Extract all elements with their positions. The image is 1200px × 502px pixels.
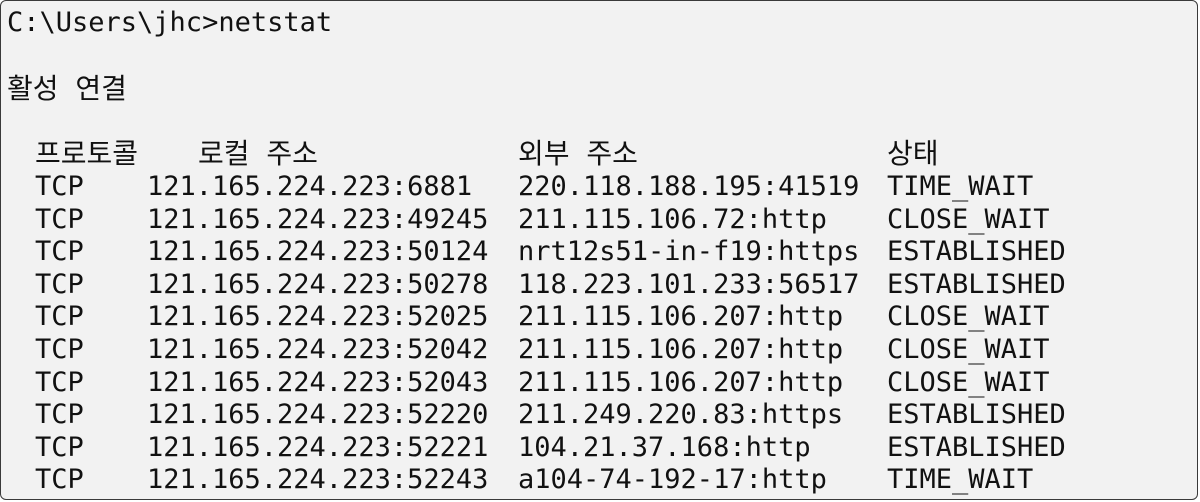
command-prompt-line: C:\Users\jhc>netstat <box>7 7 333 38</box>
cell-proto: TCP <box>35 301 84 333</box>
cell-foreign-address: 211.115.106.207:http <box>518 366 844 398</box>
table-row: TCP 121.165.224.223:52220 211.249.220.83:h… <box>1 398 1197 431</box>
cell-foreign-address: 104.21.37.168:http <box>518 431 811 463</box>
cell-foreign-address: nrt12s51-in-f19:https <box>518 236 860 268</box>
cell-proto: TCP <box>35 171 84 202</box>
cell-proto: TCP <box>35 431 84 463</box>
cell-local-address: 121.165.224.223:52220 <box>147 399 489 431</box>
cell-local-address: 121.165.224.223:52243 <box>147 464 489 496</box>
cell-state: CLOSE_WAIT <box>887 334 1050 365</box>
cell-state: CLOSE_WAIT <box>887 366 1050 398</box>
header-proto: 프로토콜 <box>35 137 139 170</box>
cell-state: CLOSE_WAIT <box>887 301 1050 333</box>
cell-state: ESTABLISHED <box>887 268 1066 300</box>
header-foreign-address: 외부 주소 <box>518 137 638 170</box>
cell-foreign-address: 118.223.101.233:56517 <box>518 268 860 300</box>
cell-state: ESTABLISHED <box>887 236 1066 268</box>
table-row: TCP 121.165.224.223:52025 211.115.106.207:… <box>1 300 1197 333</box>
cell-proto: TCP <box>35 366 84 398</box>
cell-local-address: 121.165.224.223:6881 <box>147 171 473 202</box>
cell-foreign-address: 211.115.106.207:http <box>518 334 844 365</box>
cell-state: CLOSE_WAIT <box>887 203 1050 235</box>
cell-proto: TCP <box>35 203 84 235</box>
table-row: TCP 121.165.224.223:52221 104.21.37.168:ht… <box>1 431 1197 464</box>
cell-local-address: 121.165.224.223:52221 <box>147 431 489 463</box>
cell-proto: TCP <box>35 334 84 365</box>
cell-proto: TCP <box>35 464 84 496</box>
cell-foreign-address: 211.115.106.72:http <box>518 203 827 235</box>
cell-state: TIME_WAIT <box>887 171 1034 202</box>
header-state: 상태 <box>887 137 939 170</box>
cell-state: ESTABLISHED <box>887 399 1066 431</box>
cell-local-address: 121.165.224.223:50278 <box>147 268 489 300</box>
cell-local-address: 121.165.224.223:52043 <box>147 366 489 398</box>
active-connections-title: 활성 연결 <box>7 72 127 105</box>
cell-foreign-address: 220.118.188.195:41519 <box>518 171 860 202</box>
table-header: 프로토콜 로컬 주소 외부 주소 상태 <box>1 137 1197 170</box>
table-row: TCP 121.165.224.223:52243 a104-74-192-17:h… <box>1 463 1197 496</box>
cell-proto: TCP <box>35 399 84 431</box>
cell-proto: TCP <box>35 236 84 268</box>
table-row: TCP 121.165.224.223:6881 220.118.188.195:4… <box>1 170 1197 203</box>
cell-foreign-address: a104-74-192-17:http <box>518 464 827 496</box>
cell-foreign-address: 211.115.106.207:http <box>518 301 844 333</box>
cell-proto: TCP <box>35 268 84 300</box>
table-row: TCP 121.165.224.223:52042 211.115.106.207:… <box>1 333 1197 366</box>
cell-foreign-address: 211.249.220.83:https <box>518 399 844 431</box>
terminal-window[interactable]: C:\Users\jhc>netstat 활성 연결 프로토콜 로컬 주소 외부… <box>0 0 1198 500</box>
table-row: TCP 121.165.224.223:49245 211.115.106.72:h… <box>1 203 1197 236</box>
cell-local-address: 121.165.224.223:52025 <box>147 301 489 333</box>
table-row: TCP 121.165.224.223:50124 nrt12s51-in-f19:… <box>1 235 1197 268</box>
table-row: TCP 121.165.224.223:52043 211.115.106.207:… <box>1 366 1197 399</box>
header-local-address: 로컬 주소 <box>198 137 318 170</box>
cell-local-address: 121.165.224.223:50124 <box>147 236 489 268</box>
cell-state: ESTABLISHED <box>887 431 1066 463</box>
cell-local-address: 121.165.224.223:52042 <box>147 334 489 365</box>
table-row: TCP 121.165.224.223:50278 118.223.101.233:… <box>1 268 1197 301</box>
cell-local-address: 121.165.224.223:49245 <box>147 203 489 235</box>
cell-state: TIME_WAIT <box>887 464 1034 496</box>
